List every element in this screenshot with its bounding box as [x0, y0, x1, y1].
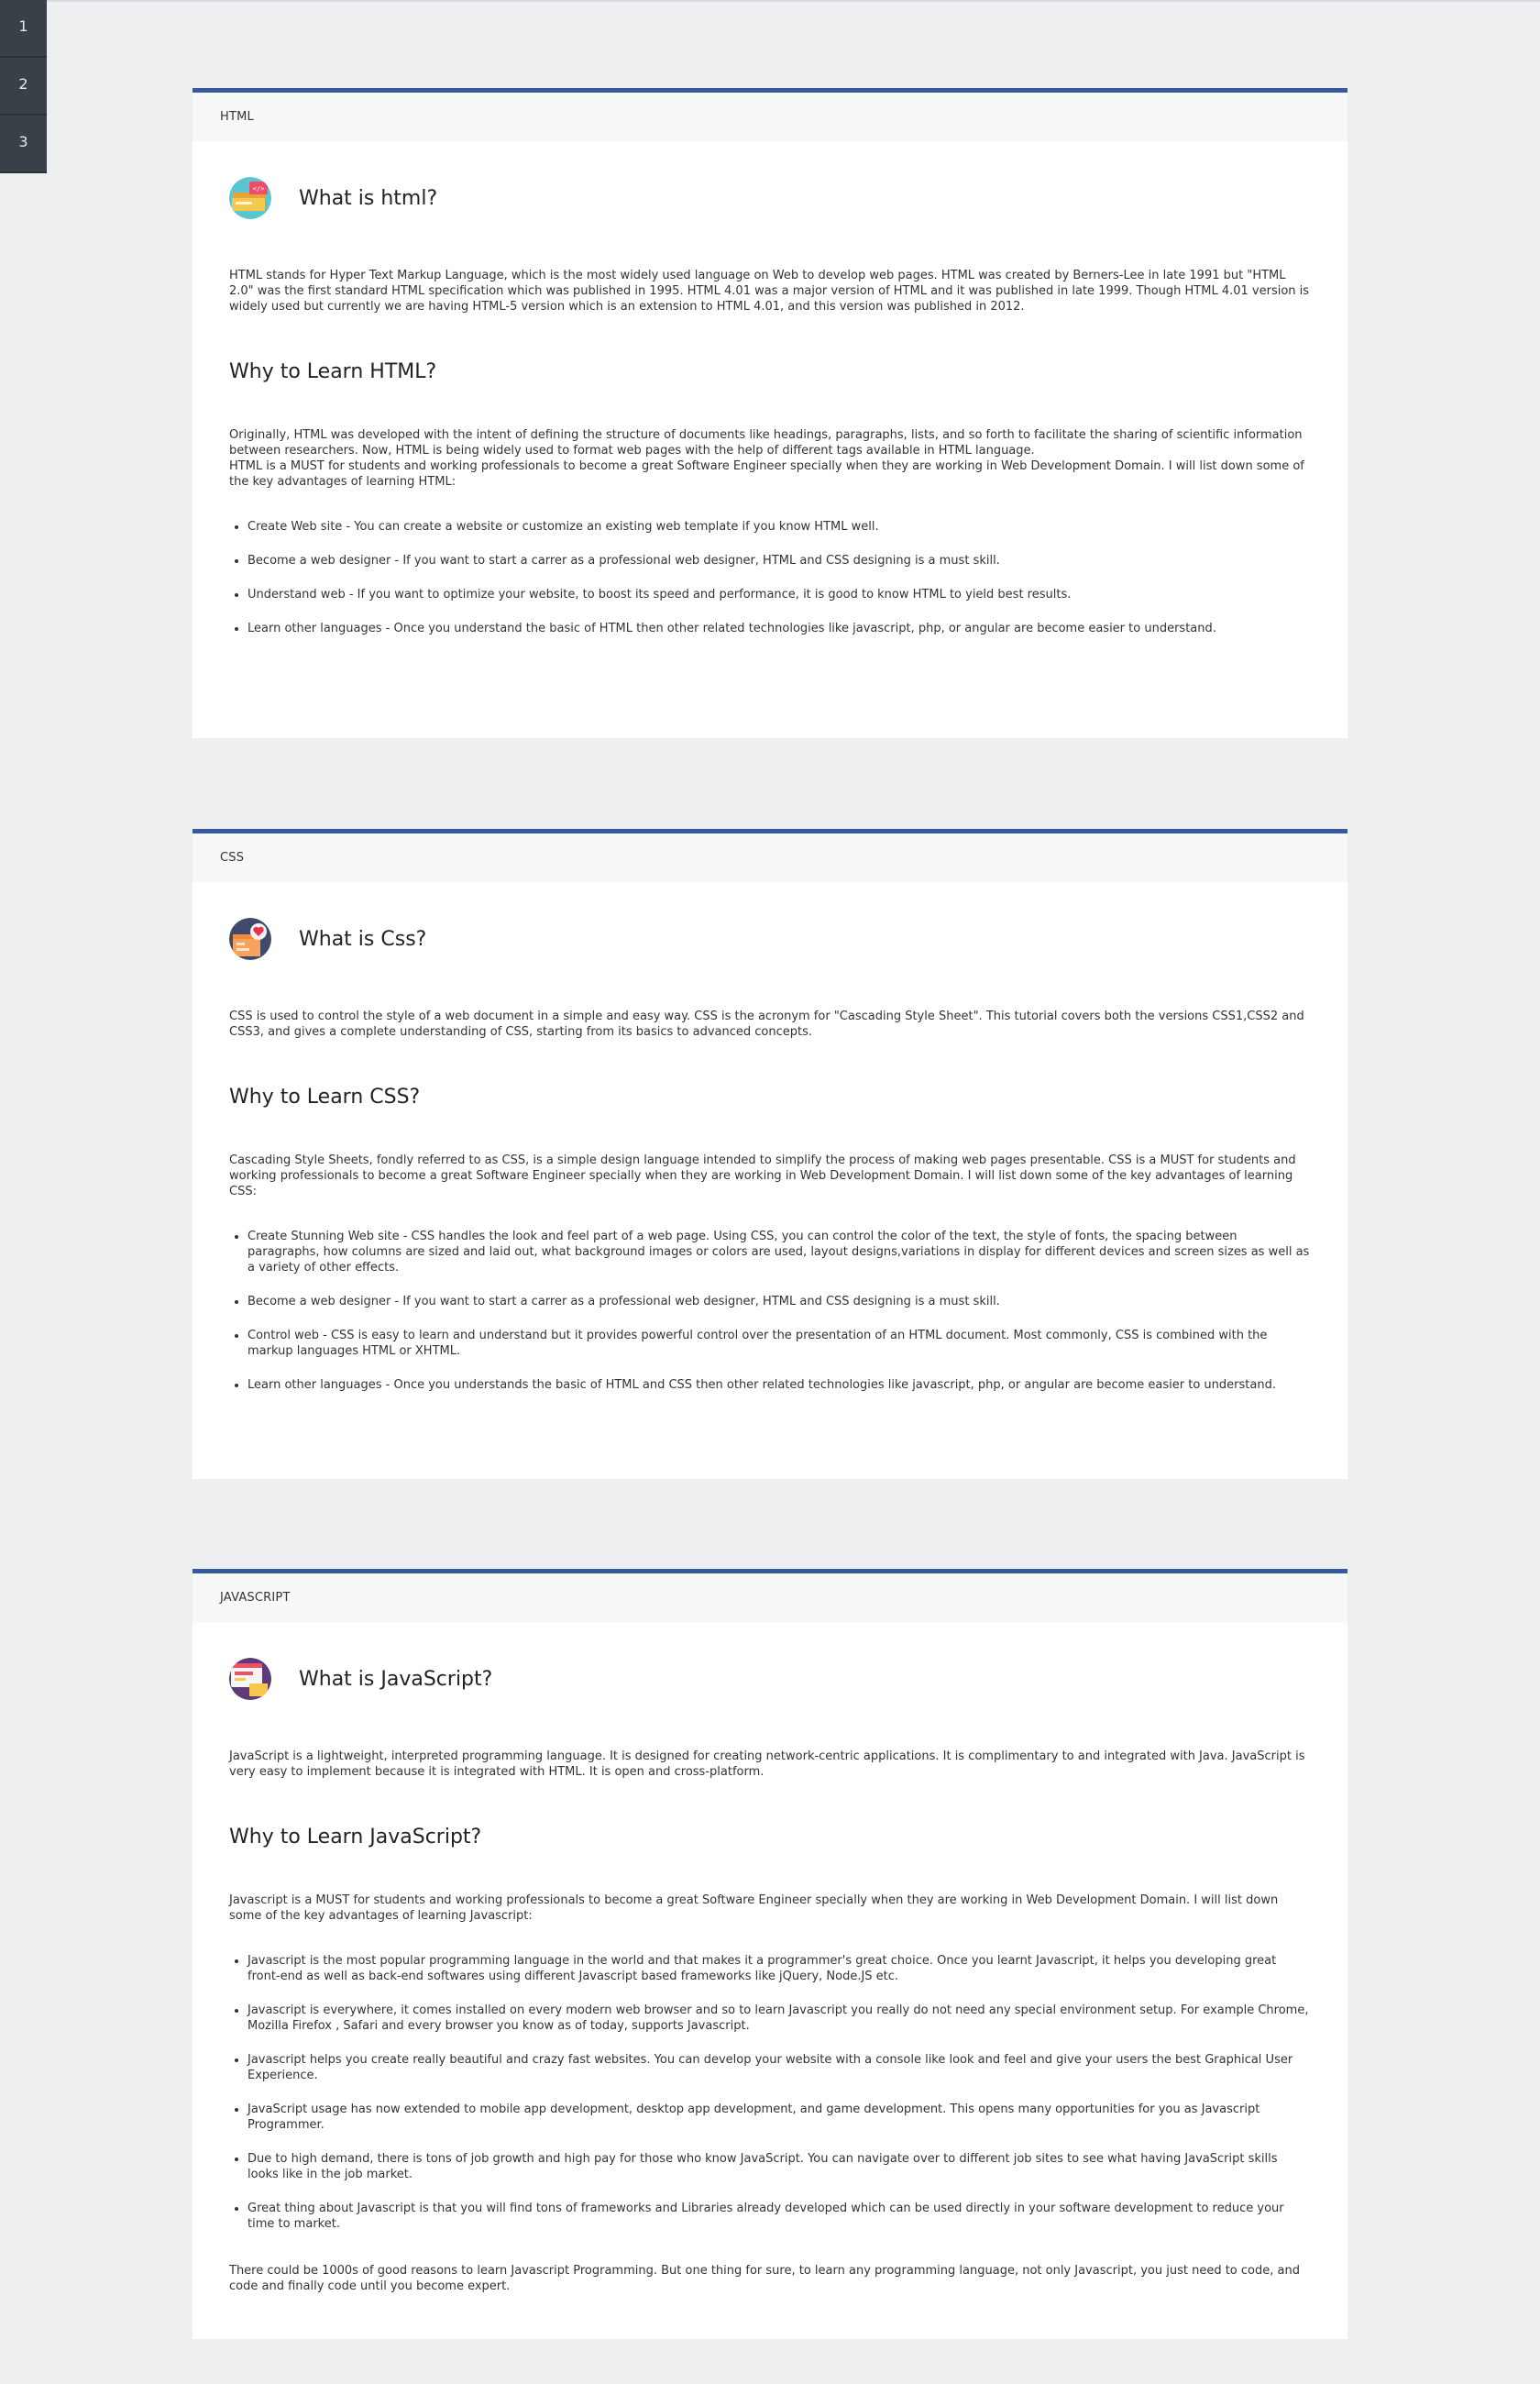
list-item: Become a web designer - If you want to s…: [248, 553, 1311, 568]
card-header: CSS: [192, 833, 1348, 882]
list-item: JavaScript usage has now extended to mob…: [248, 2102, 1311, 2133]
list-item: Create Stunning Web site - CSS handles t…: [248, 1229, 1311, 1275]
section-title: What is Css?: [299, 927, 427, 951]
why-title: Why to Learn HTML?: [229, 360, 437, 383]
list-item: Understand web - If you want to optimize…: [248, 587, 1311, 602]
sidenav-item-1[interactable]: 1: [0, 0, 47, 58]
why-intro-2: HTML is a MUST for students and working …: [229, 459, 1304, 489]
section-title: What is html?: [299, 186, 438, 210]
html-logo-icon: </>: [229, 177, 271, 219]
list-item: Control web - CSS is easy to learn and u…: [248, 1328, 1311, 1359]
why-intro: Javascript is a MUST for students and wo…: [229, 1893, 1279, 1923]
js-logo-icon: [229, 1658, 271, 1700]
section-description: CSS is used to control the style of a we…: [229, 1010, 1304, 1039]
list-item: Create Web site - You can create a websi…: [248, 519, 1311, 535]
why-intro: Cascading Style Sheets, fondly referred …: [229, 1153, 1296, 1198]
advantages-list: Create Stunning Web site - CSS handles t…: [229, 1229, 1311, 1393]
svg-text:</>: </>: [253, 185, 265, 193]
css-section-card: CSS What is Css? CSS is used to control …: [192, 829, 1348, 1479]
sidenav-item-3[interactable]: 3: [0, 116, 47, 173]
list-item: Javascript helps you create really beaut…: [248, 2052, 1311, 2083]
side-navigation: 1 2 3: [0, 0, 47, 173]
advantages-list: Javascript is the most popular programmi…: [229, 1953, 1311, 2232]
list-item: Javascript is the most popular programmi…: [248, 1953, 1311, 1984]
sidenav-item-2[interactable]: 2: [0, 58, 47, 116]
javascript-section-card: JAVASCRIPT What is JavaScript? JavaScrip…: [192, 1569, 1348, 2339]
list-item: Learn other languages - Once you underst…: [248, 1377, 1311, 1393]
list-item: Learn other languages - Once you underst…: [248, 621, 1311, 636]
list-item: Great thing about Javascript is that you…: [248, 2201, 1311, 2232]
why-title: Why to Learn JavaScript?: [229, 1826, 482, 1849]
section-title: What is JavaScript?: [299, 1667, 493, 1691]
list-item: Javascript is everywhere, it comes insta…: [248, 2003, 1311, 2034]
closing-paragraph: There could be 1000s of good reasons to …: [229, 2264, 1300, 2293]
card-header: HTML: [192, 93, 1348, 141]
list-item: Become a web designer - If you want to s…: [248, 1294, 1311, 1309]
css-logo-icon: [229, 918, 271, 960]
html-section-card: HTML </> What is html? HTML stands for H…: [192, 88, 1348, 738]
section-description: HTML stands for Hyper Text Markup Langua…: [229, 269, 1310, 314]
list-item: Due to high demand, there is tons of job…: [248, 2151, 1311, 2182]
why-title: Why to Learn CSS?: [229, 1086, 421, 1109]
section-description: JavaScript is a lightweight, interpreted…: [229, 1749, 1305, 1779]
card-header: JAVASCRIPT: [192, 1573, 1348, 1622]
why-intro: Originally, HTML was developed with the …: [229, 428, 1303, 458]
top-divider: [0, 0, 1540, 2]
advantages-list: Create Web site - You can create a websi…: [229, 519, 1311, 636]
